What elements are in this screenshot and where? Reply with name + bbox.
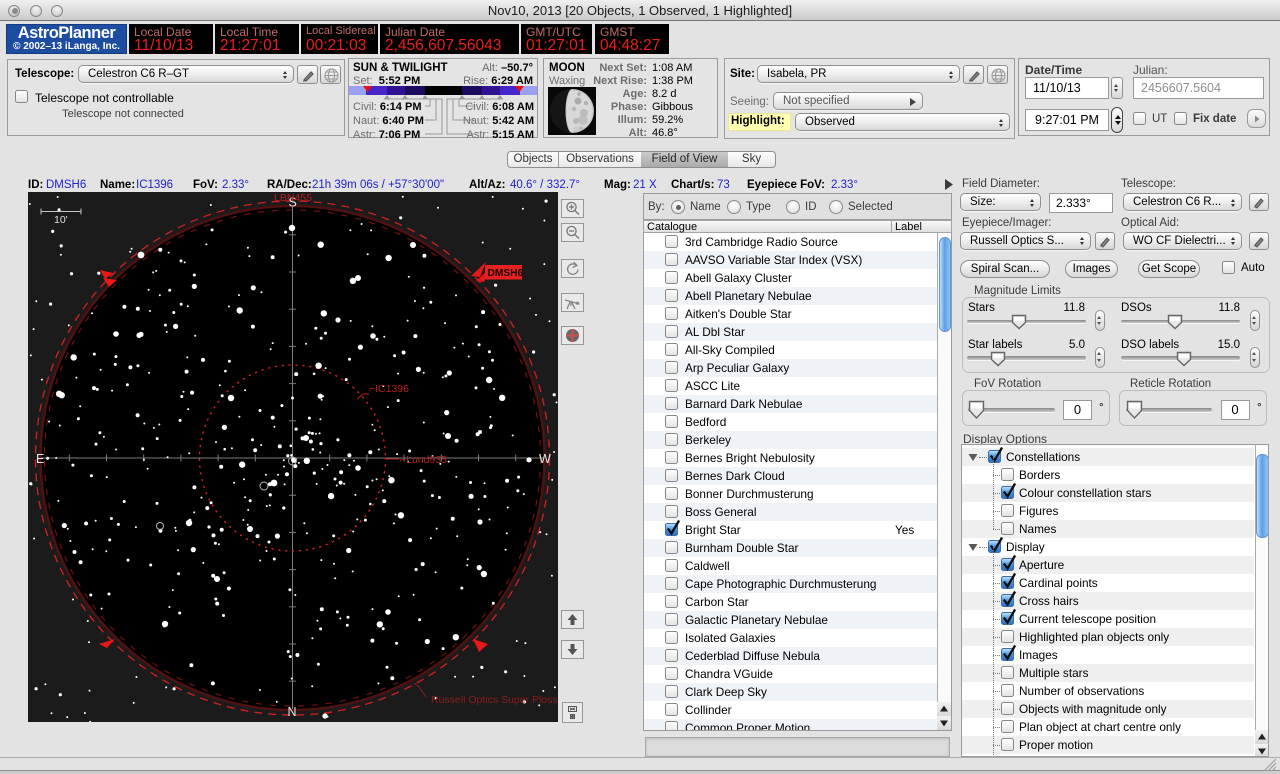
svg-text:W: W xyxy=(539,452,551,466)
svg-text:N: N xyxy=(287,705,296,719)
svg-text:Russell Optics Super Plossl XL: Russell Optics Super Plossl XL xyxy=(431,694,558,706)
svg-text:⌐IC1396: ⌐IC1396 xyxy=(369,383,409,395)
svg-text:⌐Lund935: ⌐Lund935 xyxy=(400,454,447,466)
svg-text:LBN455: LBN455 xyxy=(274,192,312,204)
svg-text:10': 10' xyxy=(54,214,68,226)
svg-text:DMSH6: DMSH6 xyxy=(487,268,523,279)
svg-text:E: E xyxy=(36,452,44,466)
